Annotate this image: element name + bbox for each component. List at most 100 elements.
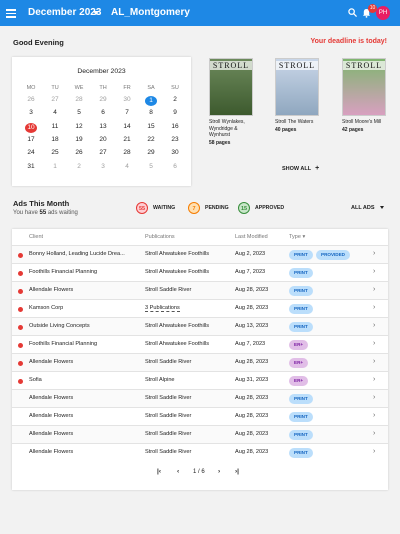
table-row[interactable]: Allendale Flowers Stroll Saddle River Au…: [12, 353, 388, 371]
calendar-day[interactable]: 1: [145, 96, 157, 106]
status-filter-pending[interactable]: 7 PENDING: [188, 202, 229, 214]
menu-icon[interactable]: [6, 7, 16, 19]
publication-name[interactable]: 3 Publications: [145, 305, 180, 312]
month-selector[interactable]: December 2023: [28, 7, 101, 18]
status-filter-waiting[interactable]: 55 WAITING: [136, 202, 175, 214]
calendar-day[interactable]: 15: [145, 123, 157, 130]
col-client[interactable]: Client: [29, 234, 43, 240]
calendar-day[interactable]: 4: [49, 109, 61, 116]
chevron-right-icon[interactable]: ›: [373, 250, 375, 257]
chevron-down-icon[interactable]: [93, 11, 99, 15]
calendar-day[interactable]: 25: [49, 149, 61, 156]
table-row[interactable]: Foothills Financial Planning Stroll Ahwa…: [12, 335, 388, 353]
col-type[interactable]: Type ▾: [289, 234, 305, 240]
magazine-cover[interactable]: STROLL: [275, 58, 319, 116]
table-row[interactable]: Outside Living Concepts Stroll Ahwatukee…: [12, 317, 388, 335]
calendar-day[interactable]: 28: [121, 149, 133, 156]
calendar-day[interactable]: 6: [169, 163, 181, 170]
calendar-day[interactable]: 30: [121, 96, 133, 103]
calendar-day[interactable]: 13: [97, 123, 109, 130]
magazine-cover[interactable]: STROLL: [342, 58, 386, 116]
calendar-day[interactable]: 28: [73, 96, 85, 103]
table-row[interactable]: Allendale Flowers Stroll Saddle River Au…: [12, 281, 388, 299]
table-row[interactable]: Kamson Corp 3 Publications Aug 28, 2023 P…: [12, 299, 388, 317]
calendar-day[interactable]: 29: [145, 149, 157, 156]
table-row[interactable]: Sofia Stroll Alpine Aug 31, 2023 ER+ ›: [12, 371, 388, 389]
weekday-label: SU: [171, 85, 179, 91]
calendar-day[interactable]: 31: [25, 163, 37, 170]
chevron-right-icon[interactable]: ›: [373, 448, 375, 455]
table-row[interactable]: Allendale Flowers Stroll Saddle River Au…: [12, 443, 388, 461]
show-all-button[interactable]: SHOW ALL +: [282, 165, 319, 172]
table-row[interactable]: Bonny Holland, Leading Lucide Drea... St…: [12, 245, 388, 263]
last-page-button[interactable]: ›|: [235, 468, 239, 475]
plus-icon: +: [315, 165, 320, 172]
calendar-day[interactable]: 14: [121, 123, 133, 130]
chevron-right-icon[interactable]: ›: [373, 304, 375, 311]
chevron-right-icon[interactable]: ›: [373, 340, 375, 347]
calendar-day[interactable]: 27: [97, 149, 109, 156]
calendar-day[interactable]: 12: [73, 123, 85, 130]
chevron-right-icon[interactable]: ›: [373, 286, 375, 293]
type-chip: PROVIDED: [316, 250, 350, 260]
magazine-card[interactable]: STROLL Stroll Wynlakes, Wyndridge & Wynh…: [209, 58, 253, 146]
calendar-day[interactable]: 23: [169, 136, 181, 143]
calendar-day[interactable]: 30: [169, 149, 181, 156]
calendar-day[interactable]: 5: [145, 163, 157, 170]
prev-page-button[interactable]: ‹: [177, 468, 179, 475]
calendar-day[interactable]: 7: [121, 109, 133, 116]
all-ads-filter[interactable]: ALL ADS: [351, 205, 384, 211]
table-row[interactable]: Allendale Flowers Stroll Saddle River Au…: [12, 425, 388, 443]
first-page-button[interactable]: |‹: [157, 468, 161, 475]
chevron-right-icon[interactable]: ›: [373, 376, 375, 383]
col-publications[interactable]: Publications: [145, 234, 175, 240]
calendar-day[interactable]: 17: [25, 136, 37, 143]
calendar-day[interactable]: 9: [169, 109, 181, 116]
calendar-day[interactable]: 8: [145, 109, 157, 116]
calendar-day[interactable]: 18: [49, 136, 61, 143]
calendar-day[interactable]: 21: [121, 136, 133, 143]
table-row[interactable]: Allendale Flowers Stroll Saddle River Au…: [12, 389, 388, 407]
chevron-right-icon[interactable]: ›: [373, 358, 375, 365]
calendar-day[interactable]: 3: [25, 109, 37, 116]
chevron-right-icon[interactable]: ›: [373, 268, 375, 275]
col-last-modified[interactable]: Last Modified: [235, 234, 268, 240]
calendar-day[interactable]: 11: [49, 123, 61, 130]
calendar-day[interactable]: 24: [25, 149, 37, 156]
type-chip: PRINT: [289, 286, 313, 296]
publication-name: Stroll Saddle River: [145, 395, 192, 401]
calendar-day[interactable]: 3: [97, 163, 109, 170]
calendar-day[interactable]: 19: [73, 136, 85, 143]
weekday-label: SA: [147, 85, 155, 91]
magazine-card[interactable]: STROLL Stroll The Waters 40 pages: [275, 58, 319, 133]
calendar-day[interactable]: 5: [73, 109, 85, 116]
calendar-day[interactable]: 22: [145, 136, 157, 143]
chevron-right-icon[interactable]: ›: [373, 412, 375, 419]
calendar-day[interactable]: 4: [121, 163, 133, 170]
calendar-day[interactable]: 20: [97, 136, 109, 143]
calendar: December 2023 MO TU WE TH FR SA SU 26 27 28 29 30 1 2…: [12, 57, 191, 186]
calendar-day[interactable]: 2: [73, 163, 85, 170]
calendar-day[interactable]: 26: [73, 149, 85, 156]
magazine-card[interactable]: STROLL Stroll Moore's Mill 42 pages: [342, 58, 386, 133]
table-row[interactable]: Foothills Financial Planning Stroll Ahwa…: [12, 263, 388, 281]
table-row[interactable]: Allendale Flowers Stroll Saddle River Au…: [12, 407, 388, 425]
chevron-right-icon[interactable]: ›: [373, 394, 375, 401]
calendar-day[interactable]: 6: [97, 109, 109, 116]
status-filter-approved[interactable]: 15 APPROVED: [238, 202, 284, 214]
waiting-status-dot: [18, 343, 23, 348]
status-count-badge: 55: [136, 202, 148, 214]
calendar-day[interactable]: 27: [49, 96, 61, 103]
calendar-day[interactable]: 2: [169, 96, 181, 103]
calendar-day[interactable]: 1: [49, 163, 61, 170]
chevron-right-icon[interactable]: ›: [373, 322, 375, 329]
avatar[interactable]: PH: [376, 6, 390, 20]
magazine-cover[interactable]: STROLL: [209, 58, 253, 116]
calendar-day[interactable]: 16: [169, 123, 181, 130]
chevron-right-icon[interactable]: ›: [373, 430, 375, 437]
calendar-day[interactable]: 10: [25, 122, 37, 133]
calendar-day[interactable]: 29: [97, 96, 109, 103]
search-icon[interactable]: [348, 8, 357, 17]
next-page-button[interactable]: ›: [218, 468, 220, 475]
calendar-day[interactable]: 26: [25, 96, 37, 103]
